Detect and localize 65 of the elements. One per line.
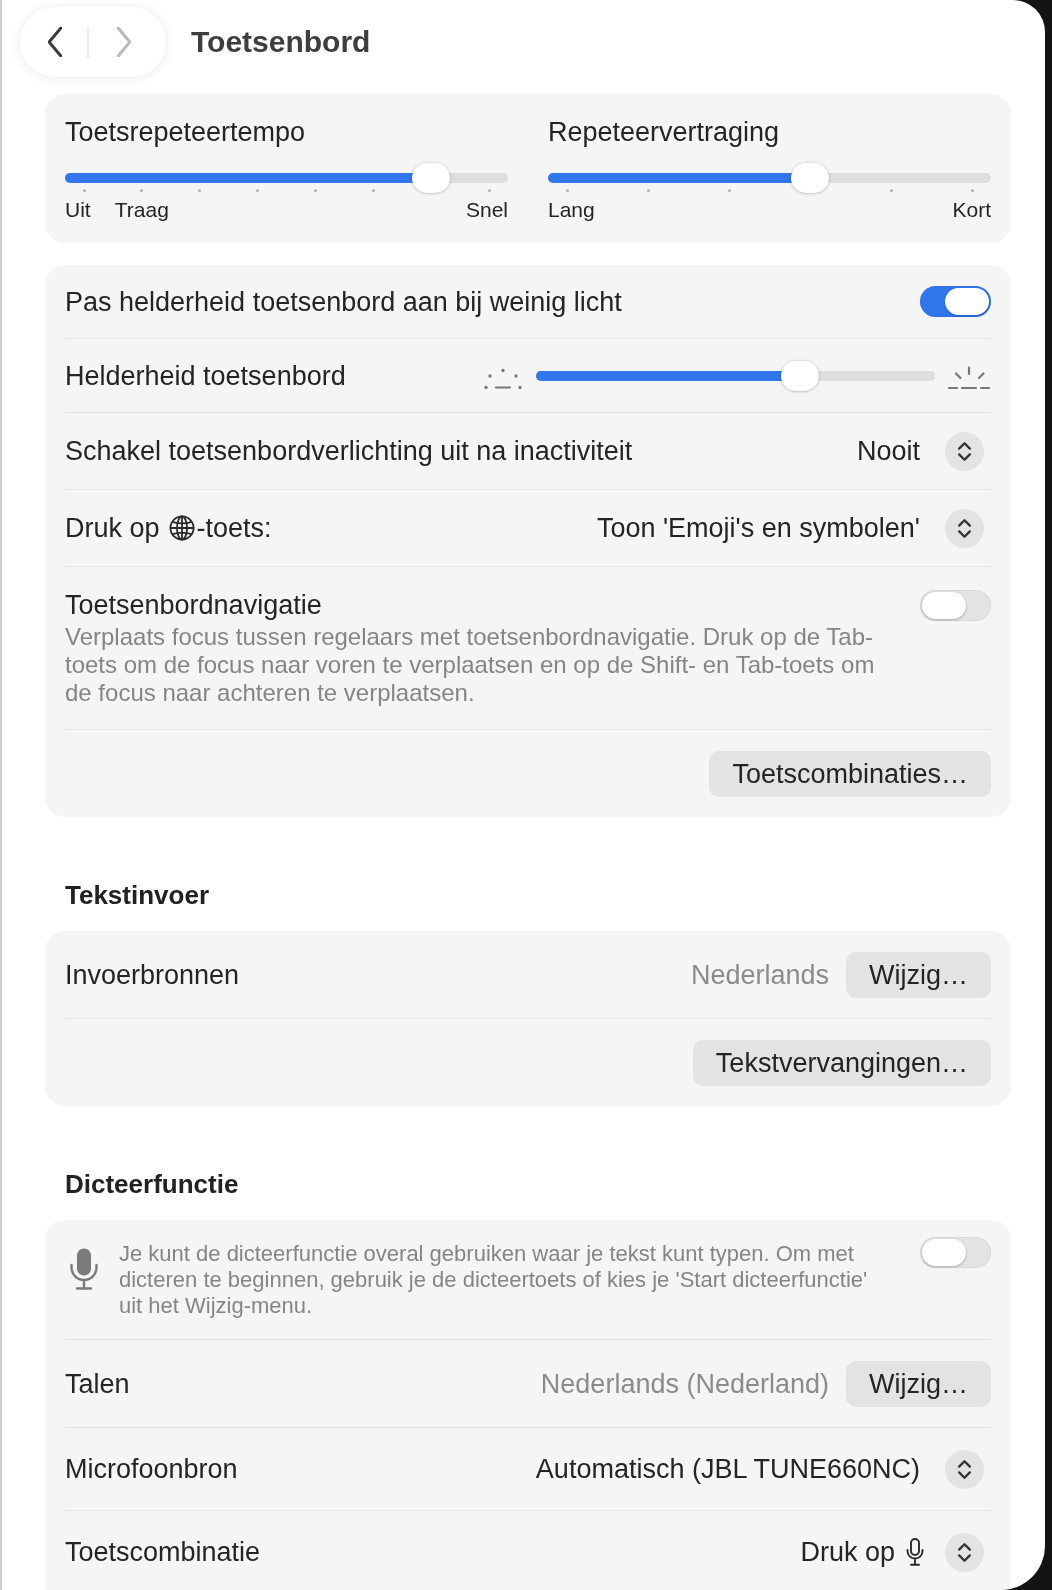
- microphone-icon: [69, 1248, 99, 1290]
- toggle-switch[interactable]: [920, 1237, 991, 1268]
- slider-track[interactable]: [536, 360, 935, 391]
- info-text: Je kunt de dicteerfunctie overal gebruiken waar je tekst kunt typen. Om met dicteren te beginnen, gebruik je de dicteertoets of kies je 'Start dicteerfunctie' uit het Wijzig-menu.: [119, 1241, 869, 1319]
- tick-mark: [565, 189, 569, 192]
- low-brightness-icon: [484, 367, 524, 390]
- tick-mark: [970, 189, 974, 192]
- tick-mark: [487, 189, 491, 192]
- section-heading: Dicteerfunctie: [65, 1170, 240, 1198]
- up-down-chevron-icon: [945, 431, 984, 471]
- microphone-icon: [906, 1538, 924, 1566]
- tick-mark: [140, 189, 144, 192]
- setting-label: Helderheid toetsenbord: [65, 359, 346, 392]
- tick-mark: [198, 189, 202, 192]
- setting-label: Invoerbronnen: [65, 959, 240, 991]
- toggle-switch[interactable]: [920, 589, 991, 621]
- tick-label: Uit: [65, 198, 91, 222]
- slider-thumb[interactable]: [412, 163, 451, 193]
- popup-button[interactable]: Automatisch (JBL TUNE660NC): [535, 1449, 991, 1489]
- action-button[interactable]: Toetscombinaties…: [709, 751, 991, 797]
- tick-mark: [646, 189, 650, 192]
- globe-icon: [168, 515, 195, 541]
- page-title: Toetsenbord: [191, 24, 371, 60]
- back-button[interactable]: [48, 27, 62, 57]
- setting-description: Verplaats focus tussen regelaars met toetsenbordnavigatie. Druk op de Tab-toets om de focus naar voren te verplaatsen en op de Shift- en Tab-toets om de focus naar achteren te verplaatsen.: [65, 623, 876, 707]
- chevron-right-icon: [117, 27, 131, 57]
- setting-value: Nederlands (Nederland): [540, 1368, 829, 1400]
- tick-mark: [82, 189, 86, 192]
- tick-label: Lang: [548, 198, 595, 222]
- setting-label: -toets:: [196, 512, 272, 544]
- slider-thumb[interactable]: [781, 360, 820, 391]
- popup-button[interactable]: Nooit: [856, 431, 991, 471]
- toggle-switch[interactable]: [920, 286, 991, 317]
- slider-label: Toetsrepeteertempo: [65, 116, 307, 148]
- setting-label: Druk op: [65, 512, 160, 544]
- edit-button[interactable]: Wijzig…: [846, 1361, 991, 1407]
- setting-value: Nederlands: [690, 959, 829, 991]
- tick-mark: [727, 189, 731, 192]
- popup-button[interactable]: Druk op: [800, 1532, 991, 1572]
- up-down-chevron-icon: [945, 1449, 984, 1489]
- slider-track[interactable]: [548, 163, 991, 193]
- slider-track[interactable]: [65, 163, 508, 193]
- tick-mark: [256, 189, 260, 192]
- up-down-chevron-icon: [945, 508, 984, 548]
- slider-thumb[interactable]: [791, 163, 829, 193]
- slider-label: Repeteervertraging: [548, 116, 781, 148]
- setting-label: Toetscombinatie: [65, 1536, 261, 1568]
- setting-label: Talen: [65, 1368, 130, 1400]
- action-button[interactable]: Tekstvervangingen…: [692, 1040, 991, 1086]
- tick-label: Snel: [465, 198, 508, 222]
- tick-label: Traag: [114, 198, 169, 222]
- edit-button[interactable]: Wijzig…: [846, 952, 991, 998]
- setting-label: Microfoonbron: [65, 1453, 238, 1485]
- up-down-chevron-icon: [945, 1532, 984, 1572]
- setting-label: Schakel toetsenbordverlichting uit na inactiviteit: [65, 435, 633, 467]
- tick-mark: [313, 189, 317, 192]
- chevron-left-icon: [48, 27, 62, 57]
- tick-label: Kort: [952, 198, 991, 222]
- tick-mark: [889, 189, 893, 192]
- setting-label: Pas helderheid toetsenbord aan bij weinig licht: [65, 285, 622, 318]
- popup-button[interactable]: Toon 'Emoji's en symbolen': [596, 508, 991, 548]
- high-brightness-icon: [947, 365, 991, 390]
- setting-label: Toetsenbordnavigatie: [65, 589, 323, 621]
- tick-mark: [371, 189, 375, 192]
- section-heading: Tekstinvoer: [65, 881, 210, 909]
